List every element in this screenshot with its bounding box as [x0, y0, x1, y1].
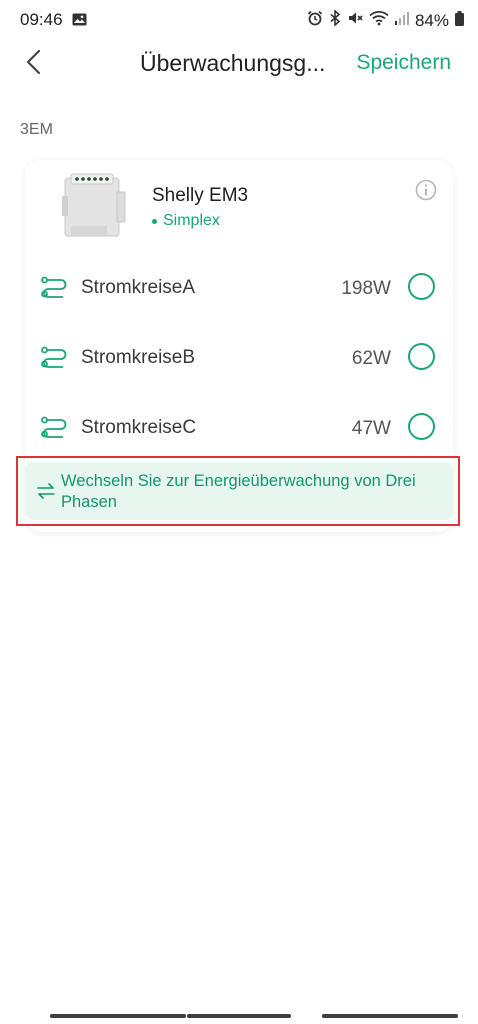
status-dot: [152, 218, 157, 224]
circuit-row-c[interactable]: StromkreiseC 47W: [25, 403, 453, 453]
circuit-radio[interactable]: [408, 343, 435, 370]
back-button[interactable]: [20, 47, 50, 77]
circuit-radio[interactable]: [408, 413, 435, 440]
app-header: Überwachungsg... Speichern: [0, 40, 478, 86]
chevron-left-icon: [26, 49, 41, 75]
circuit-power: 47W: [351, 418, 391, 439]
circuit-icon: [41, 276, 67, 298]
section-label: 3EM: [20, 121, 53, 138]
nav-recent-button[interactable]: [50, 1014, 186, 1018]
alarm-icon: [307, 10, 323, 31]
circuit-label: StromkreiseB: [81, 347, 196, 368]
circuit-label: StromkreiseC: [81, 417, 197, 438]
battery-icon: [455, 10, 464, 31]
highlight-box: [16, 456, 460, 526]
circuit-icon: [41, 416, 67, 438]
status-icons: 84%: [307, 9, 464, 31]
device-status-label: Simplex: [163, 212, 220, 229]
device-name: Shelly EM3: [152, 185, 249, 206]
circuit-row-b[interactable]: StromkreiseB 62W: [25, 333, 453, 383]
circuit-radio[interactable]: [408, 273, 435, 300]
status-time: 09:46: [20, 10, 63, 29]
signal-icon: [394, 11, 409, 30]
circuit-power: 198W: [341, 278, 391, 299]
circuit-icon: [41, 346, 67, 368]
mute-icon: [347, 10, 363, 31]
circuit-row-a[interactable]: StromkreiseA 198W: [25, 263, 453, 313]
nav-home-button[interactable]: [187, 1014, 291, 1018]
navigation-bar: [0, 1010, 478, 1024]
info-icon[interactable]: [414, 178, 438, 202]
save-button[interactable]: Speichern: [356, 51, 451, 75]
circuit-power: 62W: [351, 348, 391, 369]
nav-back-button[interactable]: [322, 1014, 458, 1018]
photo-icon: [72, 13, 87, 31]
device-status: Simplex: [152, 212, 220, 230]
wifi-icon: [369, 10, 389, 31]
status-bar: 09:46 84%: [0, 0, 478, 40]
battery-percent: 84%: [414, 10, 449, 30]
screen: 09:46 84% Überwachungsg... Speichern 3EM…: [0, 0, 478, 1024]
bluetooth-icon: [329, 9, 341, 31]
page-title: Überwachungsg...: [140, 50, 326, 76]
circuit-label: StromkreiseA: [81, 277, 196, 298]
device-image: [59, 172, 129, 242]
